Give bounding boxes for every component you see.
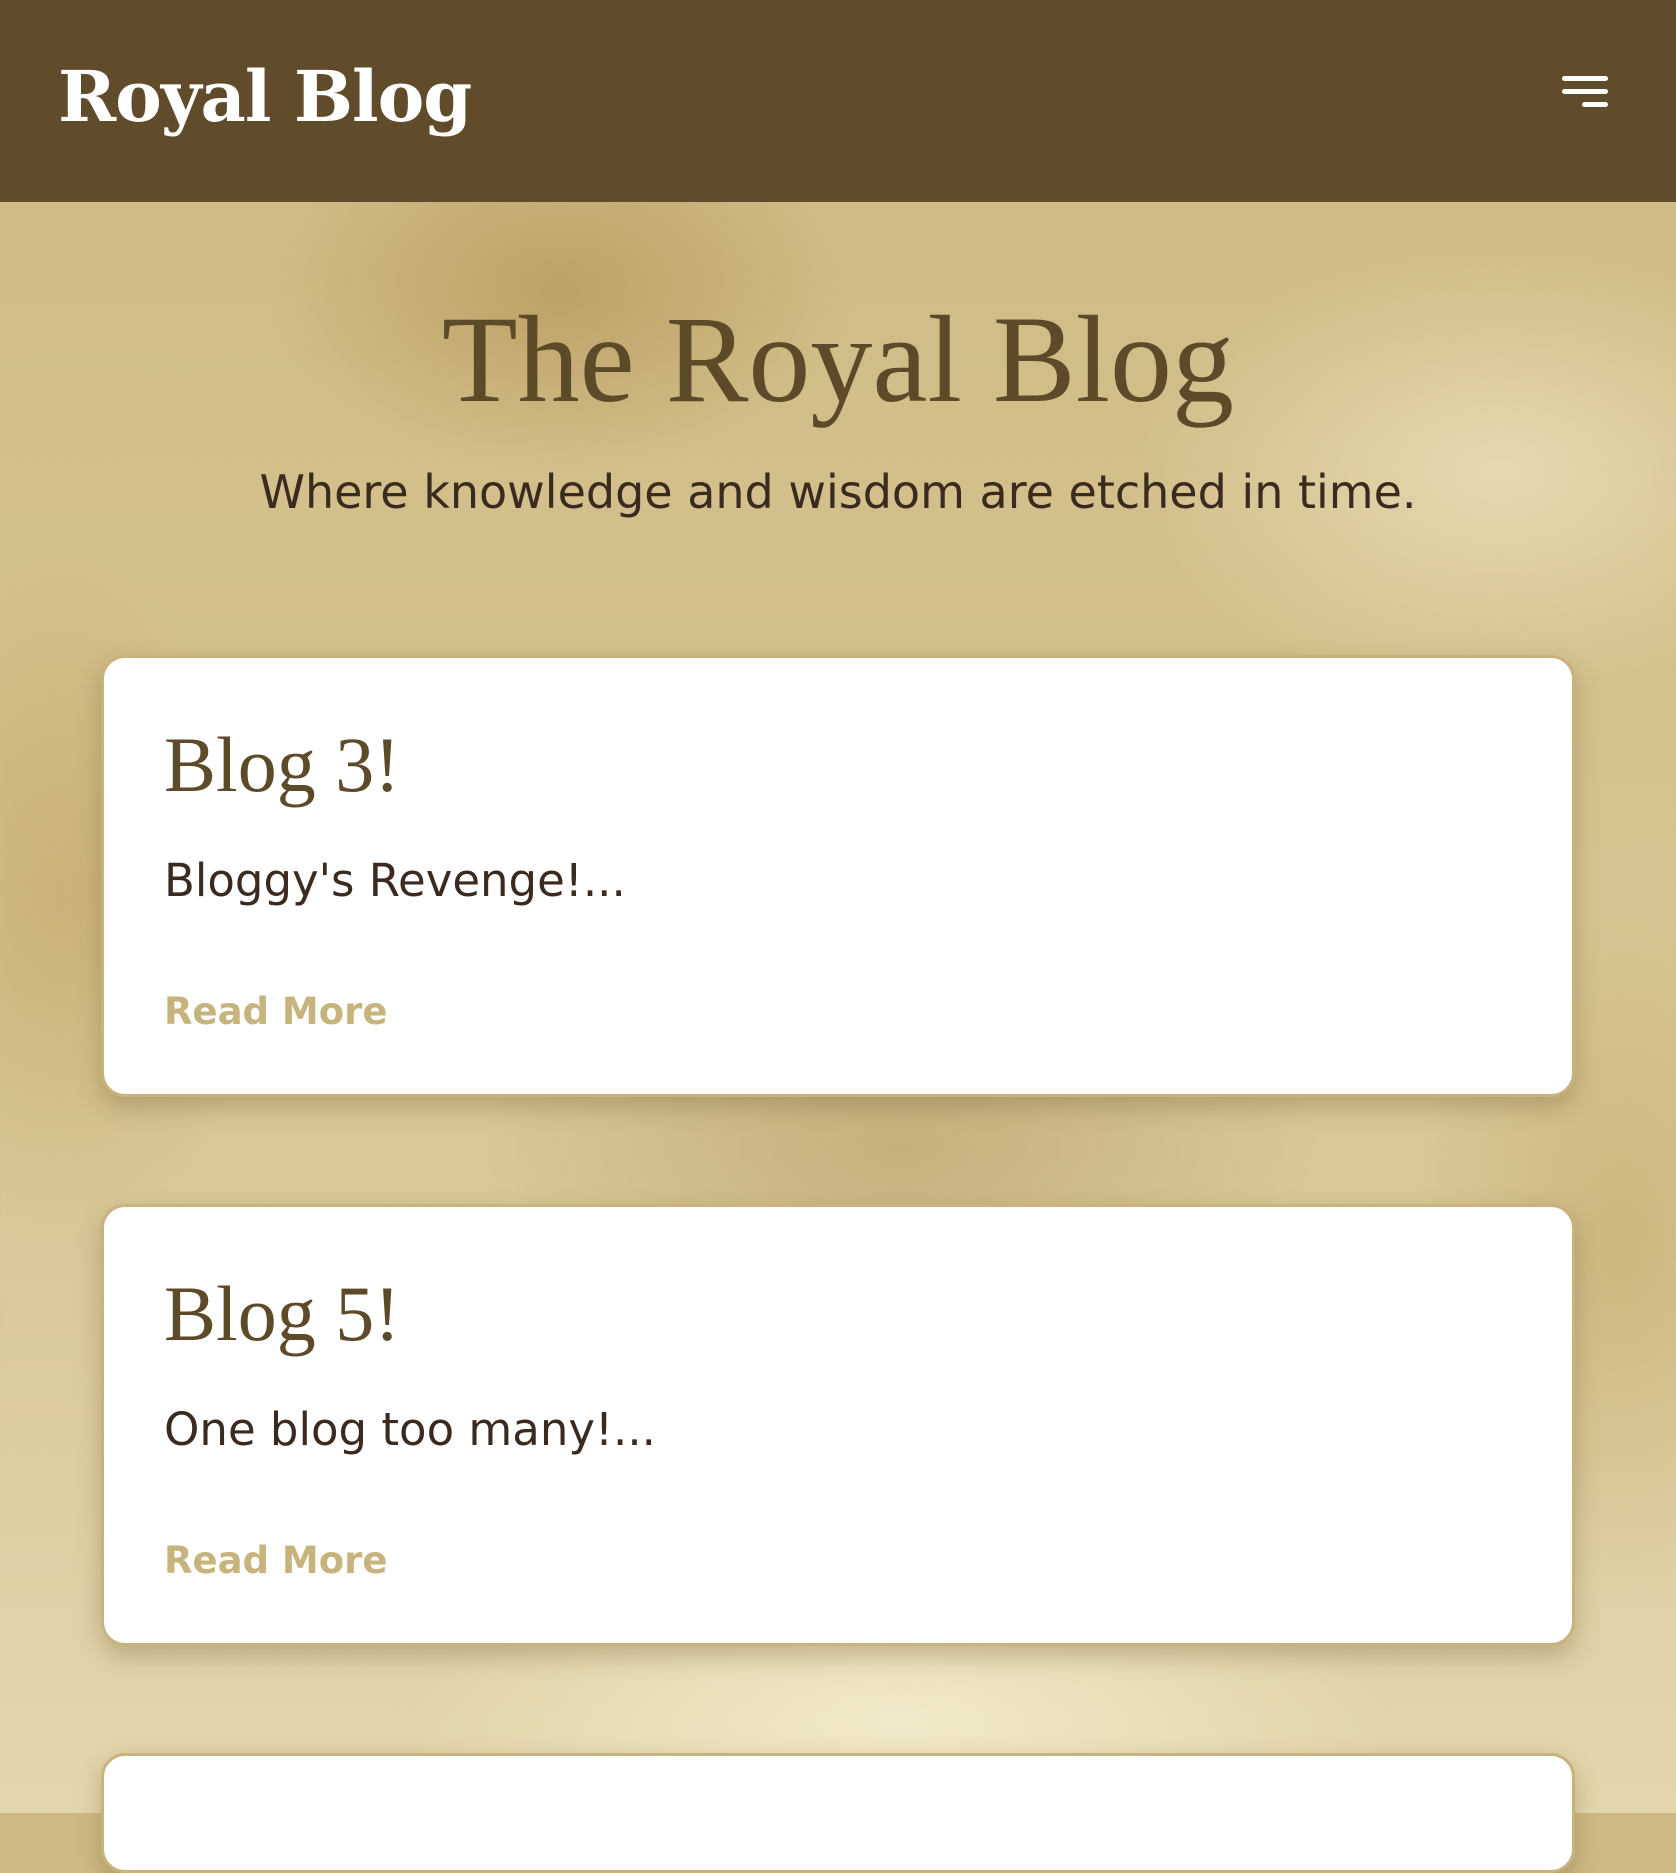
blog-card: Blog 5! One blog too many!... Read More [101,1204,1575,1646]
hero-subtitle: Where knowledge and wisdom are etched in… [259,465,1417,519]
read-more-link[interactable]: Read More [164,988,388,1036]
read-more-link[interactable]: Read More [164,1537,388,1585]
blog-card: Blog 3! Bloggy's Revenge!... Read More [101,655,1575,1097]
hero-section: The Royal Blog Where knowledge and wisdo… [0,202,1676,522]
blog-card-title: Blog 3! [164,721,401,808]
hamburger-menu-icon [1562,76,1608,107]
blog-card-partial [101,1753,1575,1873]
brand-logo-text[interactable]: Royal Blog [58,50,472,144]
blog-card-excerpt: One blog too many!... [164,1403,656,1456]
menu-toggle-button[interactable] [1546,66,1616,126]
blog-card-title: Blog 5! [164,1270,401,1357]
top-navbar: Royal Blog [0,0,1676,202]
hero-title: The Royal Blog [441,291,1235,428]
blog-card-excerpt: Bloggy's Revenge!... [164,854,626,907]
